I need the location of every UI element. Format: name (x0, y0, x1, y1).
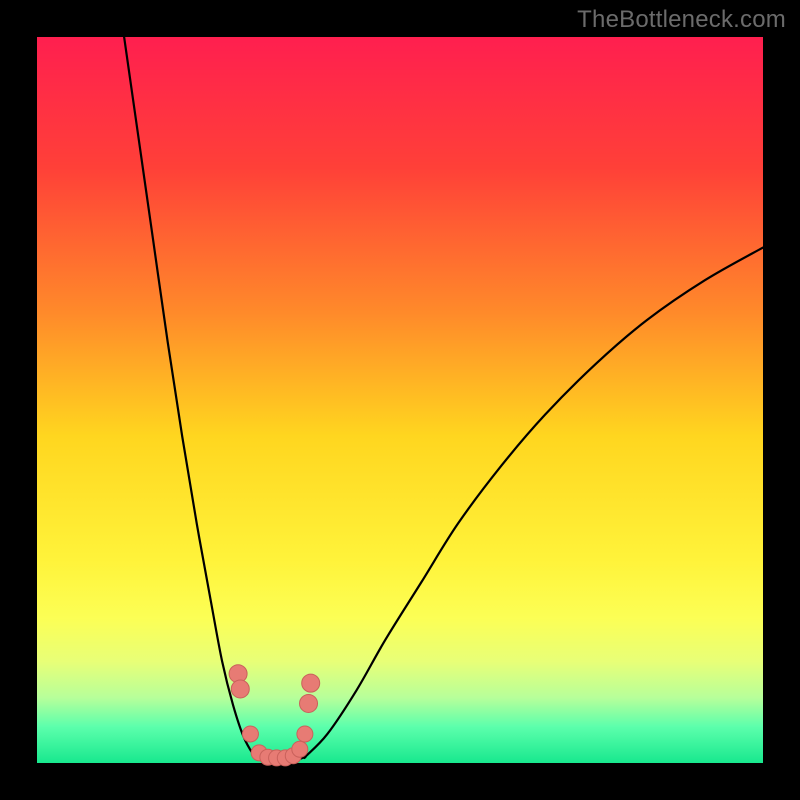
curve-marker (292, 741, 308, 757)
curve-marker (297, 726, 313, 742)
chart-svg (37, 37, 763, 763)
outer-frame: TheBottleneck.com (0, 0, 800, 800)
curve-marker (242, 726, 258, 742)
watermark-label: TheBottleneck.com (577, 6, 786, 34)
curve-marker (231, 680, 249, 698)
plot-area (37, 37, 763, 763)
bottleneck-curve (124, 37, 763, 762)
curve-marker (302, 674, 320, 692)
curve-marker (300, 694, 318, 712)
curve-markers (229, 665, 320, 766)
